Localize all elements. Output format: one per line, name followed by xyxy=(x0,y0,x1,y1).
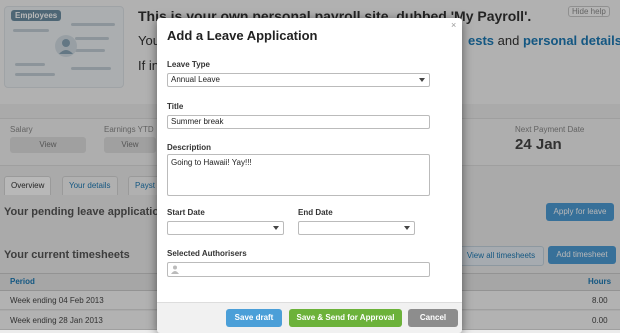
save-draft-button[interactable]: Save draft xyxy=(226,309,282,327)
leave-type-value: Annual Leave xyxy=(171,75,220,84)
end-date-label: End Date xyxy=(298,208,333,217)
description-label: Description xyxy=(167,143,212,152)
start-date-label: Start Date xyxy=(167,208,205,217)
dialog-footer: Save draft Save & Send for Approval Canc… xyxy=(157,302,462,333)
authorisers-input[interactable] xyxy=(167,262,430,277)
close-icon[interactable]: × xyxy=(451,20,456,30)
end-date-select[interactable] xyxy=(298,221,415,235)
person-icon xyxy=(171,265,179,274)
dialog-title: Add a Leave Application xyxy=(167,28,318,43)
description-textarea[interactable]: Going to Hawaii! Yay!!! xyxy=(167,154,430,196)
title-input[interactable]: Summer break xyxy=(167,115,430,129)
authorisers-label: Selected Authorisers xyxy=(167,249,247,258)
chevron-down-icon xyxy=(419,78,425,82)
leave-type-select[interactable]: Annual Leave xyxy=(167,73,430,87)
start-date-select[interactable] xyxy=(167,221,284,235)
leave-application-dialog: Add a Leave Application × Leave Type Ann… xyxy=(157,18,462,333)
leave-type-label: Leave Type xyxy=(167,60,210,69)
cancel-button[interactable]: Cancel xyxy=(408,309,458,327)
title-label: Title xyxy=(167,102,184,111)
chevron-down-icon xyxy=(273,226,279,230)
save-send-approval-button[interactable]: Save & Send for Approval xyxy=(289,309,402,327)
chevron-down-icon xyxy=(404,226,410,230)
